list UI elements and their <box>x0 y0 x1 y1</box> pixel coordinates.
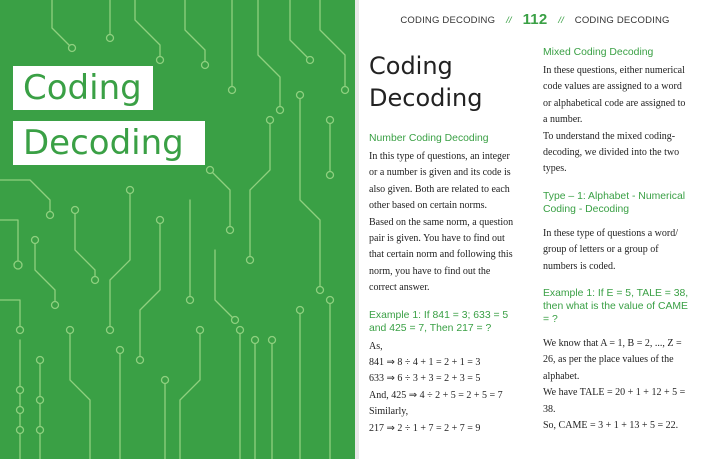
text-line: Example 1: If E = 5, TALE = 38, <box>543 288 689 300</box>
text-line: In these questions, either numerical <box>543 65 685 76</box>
text-line: 217 ⇒ 2 ÷ 1 + 7 = 2 + 7 = 9 <box>369 422 481 434</box>
column-left: Coding Decoding Number Coding Decoding I… <box>369 44 531 437</box>
text-line: also given. Both are related to each <box>369 183 510 195</box>
chapter-title: Coding Decoding <box>369 50 531 114</box>
text-line: 633 ⇒ 6 ÷ 3 + 3 = 2 + 3 = 5 <box>369 373 481 385</box>
text-line: other based on certain norms. <box>369 200 488 212</box>
text-line: = ? <box>543 314 558 326</box>
section-heading-number-coding: Number Coding Decoding <box>369 133 489 144</box>
mixed-coding-intro: In these questions, either numerical cod… <box>543 63 705 178</box>
text-line: alphabet. <box>543 370 580 382</box>
text-line: or a number is given and its code is <box>369 167 511 179</box>
cover-panel: Coding Decoding <box>0 0 355 459</box>
example-heading: Example 1: If 841 = 3; 633 = 5 and 425 =… <box>369 309 531 335</box>
text-line: Coding - Decoding <box>543 203 630 215</box>
example-heading: Example 1: If E = 5, TALE = 38, then wha… <box>543 287 705 326</box>
text-line: and 425 = 7, Then 217 = ? <box>369 322 492 334</box>
text-line: 841 ⇒ 8 ÷ 4 + 1 = 2 + 1 = 3 <box>369 357 481 369</box>
text-line: numbers is coded. <box>543 260 616 272</box>
text-line: code values are assigned to a word <box>543 81 682 93</box>
text-line: correct answer. <box>369 282 430 294</box>
text-line: a number. <box>543 114 583 126</box>
text-line: In this type of questions, an integer <box>369 151 510 162</box>
text-line: And, 425 ⇒ 4 ÷ 2 + 5 = 2 + 5 = 7 <box>369 389 503 401</box>
type-description: In these type of questions a word/ group… <box>543 226 705 275</box>
header-left-text: CODING DECODING <box>400 15 496 26</box>
number-coding-intro: In this type of questions, an integer or… <box>369 149 531 297</box>
example-solution: As, 841 ⇒ 8 ÷ 4 + 1 = 2 + 1 = 3 633 ⇒ 6 … <box>369 339 531 437</box>
running-header: CODING DECODING // 112 // CODING DECODIN… <box>359 11 711 28</box>
text-line: So, CAME = 3 + 1 + 13 + 5 = 22. <box>543 420 679 432</box>
text-line: We have TALE = 20 + 1 + 12 + 5 = <box>543 387 686 399</box>
type-heading: Type – 1: Alphabet - Numerical Coding - … <box>543 190 705 216</box>
text-line: Type – 1: Alphabet - Numerical <box>543 190 686 202</box>
text-line: decoding, we divided into the two <box>543 147 680 159</box>
example-solution: We know that A = 1, B = 2, ..., Z = 26, … <box>543 336 705 434</box>
text-line: 26, as per the place values of the <box>543 354 674 366</box>
text-line: We know that A = 1, B = 2, ..., Z = <box>543 338 682 350</box>
header-separator-right: // <box>558 15 564 26</box>
text-line: that certain norm and following this <box>369 249 513 261</box>
text-line: 38. <box>543 403 556 415</box>
text-line: or alphabetical code are assigned to <box>543 97 686 109</box>
header-separator-left: // <box>506 15 512 26</box>
text-line: As, <box>369 340 383 352</box>
column-right: Mixed Coding Decoding In these questions… <box>543 46 705 435</box>
text-line: pair is given. You have to find out <box>369 233 505 245</box>
text-line: Based on the same norm, a question <box>369 216 514 228</box>
text-line: norm, you have to find out the <box>369 265 491 277</box>
text-line: Similarly, <box>369 406 409 418</box>
chapter-title-line-2: Decoding <box>369 84 483 112</box>
text-line: In these type of questions a word/ <box>543 227 678 239</box>
text-line: To understand the mixed coding- <box>543 130 676 142</box>
section-heading-mixed-coding: Mixed Coding Decoding <box>543 47 654 58</box>
chapter-title-line-1: Coding <box>369 52 453 80</box>
text-line: Example 1: If 841 = 3; 633 = 5 <box>369 309 509 321</box>
header-right-text: CODING DECODING <box>574 15 670 26</box>
cover-title-line-2: Decoding <box>13 121 205 165</box>
text-line: group of letters or a group of <box>543 244 659 256</box>
text-line: then what is the value of CAME <box>543 301 688 313</box>
text-line: types. <box>543 163 567 175</box>
content-page: CODING DECODING // 112 // CODING DECODIN… <box>359 0 711 459</box>
page-number: 112 <box>522 11 548 28</box>
cover-title-line-1: Coding <box>13 66 153 110</box>
